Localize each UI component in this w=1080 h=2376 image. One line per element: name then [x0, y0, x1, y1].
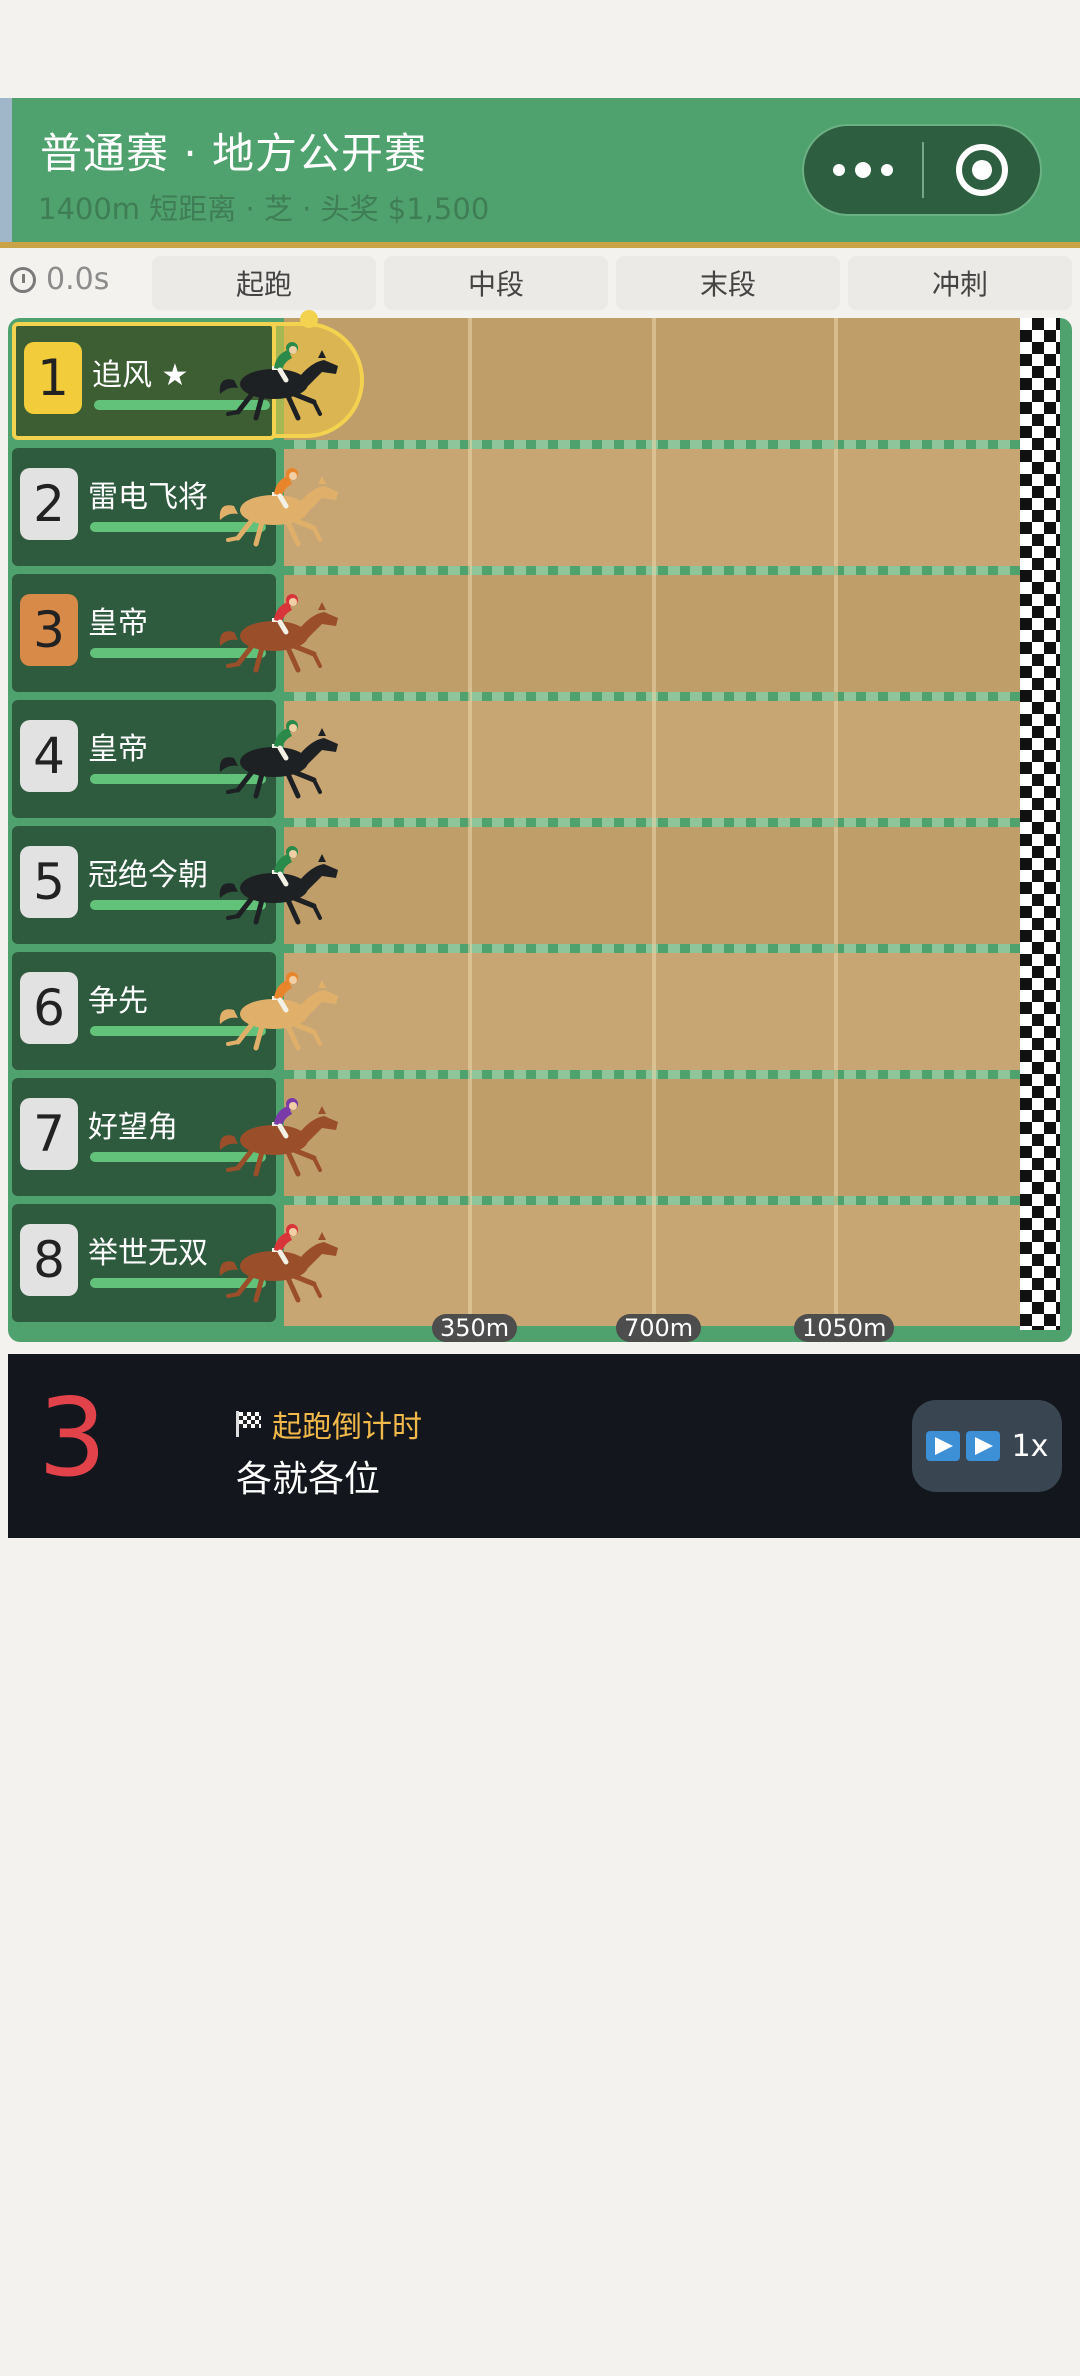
horse-name: 举世无双 [88, 1236, 208, 1271]
horse-icon [216, 462, 346, 552]
distance-marker: 1050m [794, 1314, 895, 1342]
distance-marker: 700m [616, 1314, 702, 1342]
mini-program-capsule [802, 124, 1042, 216]
horse-name: 追风 ★ [92, 358, 189, 393]
horse-name: 皇帝 [88, 732, 148, 767]
status-panel: 3 起跑倒计时 各就各位 1x [8, 1354, 1080, 1538]
distance-line [652, 318, 656, 1330]
horse-icon [216, 588, 346, 678]
phase-tab-sprint[interactable]: 冲刺 [848, 256, 1072, 310]
status-message: 各就各位 [236, 1459, 381, 1500]
phase-row: 起跑倒计时 [236, 1402, 422, 1446]
race-subtitle: 1400m 短距离 · 芝 · 头奖 $1,500 [38, 192, 490, 226]
distance-line [468, 318, 472, 1330]
speed-value: 1x [1011, 1428, 1049, 1464]
race-timer: 0.0s [10, 262, 109, 297]
more-icon-dot [855, 162, 871, 178]
phase-label: 起跑倒计时 [272, 1410, 422, 1445]
race-screen: 普通赛 · 地方公开赛 1400m 短距离 · 芝 · 头奖 $1,500 0.… [0, 0, 1080, 2376]
phase-tab-middle[interactable]: 中段 [384, 256, 608, 310]
horse-icon [216, 966, 346, 1056]
phase-tab-start[interactable]: 起跑 [152, 256, 376, 310]
horse-name: 雷电飞将 [88, 480, 208, 515]
distance-marker: 350m [432, 1314, 518, 1342]
race-header: 普通赛 · 地方公开赛 1400m 短距离 · 芝 · 头奖 $1,500 [0, 98, 1080, 248]
close-program-button[interactable] [924, 144, 1040, 196]
checkered-flag-icon [236, 1411, 262, 1437]
phase-tab-final[interactable]: 末段 [616, 256, 840, 310]
countdown-number: 3 [38, 1376, 107, 1501]
header-accent [0, 98, 12, 242]
fast-forward-icon [925, 1431, 960, 1461]
lane-number-badge: 1 [24, 342, 82, 414]
race-track: 350m 700m 1050m 1 追风 ★ 2 雷电飞将 3 皇帝 4 皇帝 5 冠绝今朝 6 争先… [8, 310, 1072, 1342]
phase-bar: 0.0s 起跑 中段 末段 冲刺 [0, 254, 1080, 314]
more-icon-dot [881, 164, 893, 176]
horse-icon [216, 336, 346, 426]
horse-name: 皇帝 [88, 606, 148, 641]
finish-line [1020, 318, 1060, 1330]
speed-toggle-button[interactable]: 1x [912, 1400, 1062, 1492]
horse-name: 争先 [88, 984, 148, 1019]
horse-name: 好望角 [88, 1110, 178, 1145]
lane-number-badge: 6 [20, 972, 78, 1044]
lane-number-badge: 2 [20, 468, 78, 540]
lane-number-badge: 7 [20, 1098, 78, 1170]
lane-number-badge: 4 [20, 720, 78, 792]
target-icon [956, 144, 1008, 196]
lane-number-badge: 8 [20, 1224, 78, 1296]
more-icon [833, 164, 845, 176]
track-turf [284, 318, 1026, 1330]
flag-cloth [239, 1412, 261, 1428]
lane-number-badge: 5 [20, 846, 78, 918]
more-menu-button[interactable] [804, 126, 922, 214]
horse-icon [216, 1218, 346, 1308]
horse-icon [216, 1092, 346, 1182]
lane-number-badge: 3 [20, 594, 78, 666]
distance-line [834, 318, 838, 1330]
target-icon-core [972, 160, 992, 180]
leader-pin [300, 310, 318, 328]
horse-icon [216, 714, 346, 804]
stopwatch-icon [10, 266, 36, 293]
timer-value: 0.0s [46, 262, 110, 297]
fast-forward-icon [965, 1431, 1000, 1461]
horse-name: 冠绝今朝 [88, 858, 208, 893]
race-title: 普通赛 · 地方公开赛 [40, 129, 428, 178]
horse-icon [216, 840, 346, 930]
